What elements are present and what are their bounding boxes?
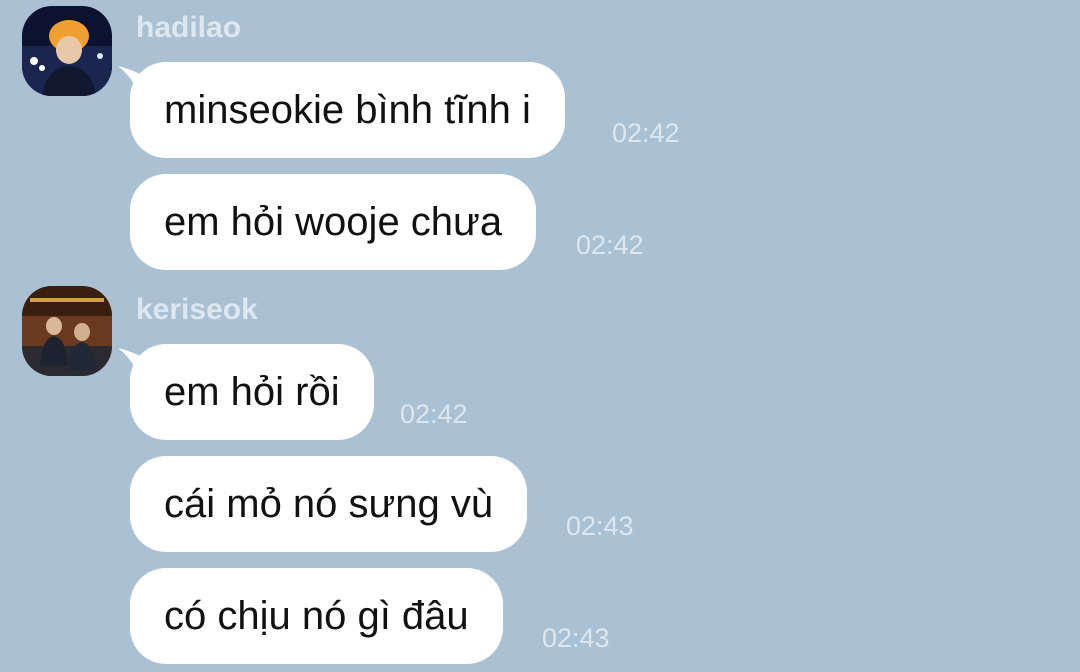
sender-name: keriseok bbox=[136, 293, 258, 326]
message-timestamp: 02:42 bbox=[612, 118, 680, 148]
message-bubble[interactable]: em hỏi wooje chưa bbox=[130, 174, 537, 270]
message-bubble[interactable]: có chịu nó gì đâu bbox=[130, 568, 503, 664]
avatar-keriseok[interactable] bbox=[22, 286, 112, 376]
message-bubble[interactable]: em hỏi rồi bbox=[130, 344, 374, 440]
message-timestamp: 02:42 bbox=[400, 399, 468, 429]
sender-name: hadilao bbox=[136, 11, 242, 44]
message-timestamp: 02:42 bbox=[576, 230, 644, 260]
avatar-image bbox=[22, 286, 112, 376]
message-timestamp: 02:43 bbox=[566, 511, 634, 541]
message-bubble[interactable]: cái mỏ nó sưng vù bbox=[130, 456, 528, 552]
avatar-hadilao[interactable] bbox=[22, 6, 112, 96]
avatar-image bbox=[22, 6, 112, 96]
message-bubble[interactable]: minseokie bình tĩnh i bbox=[130, 62, 565, 158]
message-timestamp: 02:43 bbox=[542, 623, 610, 653]
